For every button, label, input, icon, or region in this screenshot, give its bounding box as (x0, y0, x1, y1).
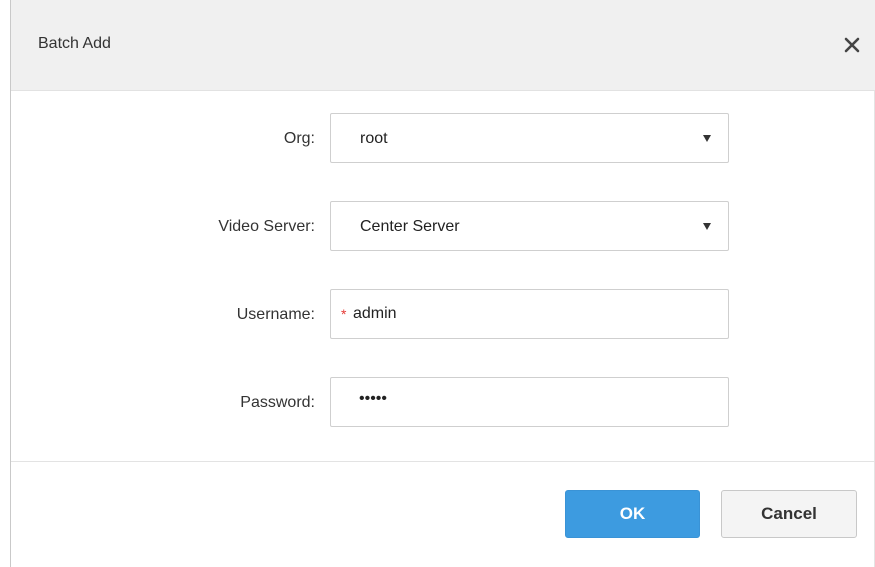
cancel-button[interactable]: Cancel (721, 490, 857, 538)
dialog-header: Batch Add (11, 0, 875, 91)
username-value: admin (353, 305, 397, 322)
form-row-username: Username: * admin (0, 289, 875, 341)
password-masked-value: ••••• (359, 390, 388, 407)
form-row-org: Org: root (0, 113, 875, 165)
video-server-label: Video Server: (218, 218, 315, 235)
org-label: Org: (283, 130, 315, 147)
username-label: Username: (236, 306, 315, 323)
ok-button[interactable]: OK (565, 490, 700, 538)
password-input[interactable]: ••••• (330, 377, 729, 427)
required-marker: * (341, 306, 347, 322)
chevron-down-icon (703, 223, 711, 230)
chevron-down-icon (703, 135, 711, 142)
batch-add-dialog: Batch Add Org: root Video Server: Center… (0, 0, 875, 567)
footer-divider (11, 461, 875, 462)
close-icon (841, 34, 863, 56)
video-server-select-value: Center Server (360, 218, 460, 235)
org-select-value: root (360, 130, 388, 147)
form-row-video-server: Video Server: Center Server (0, 201, 875, 253)
form-row-password: Password: ••••• (0, 377, 875, 429)
video-server-select[interactable]: Center Server (330, 201, 729, 251)
close-button[interactable] (841, 34, 863, 56)
username-input[interactable]: * admin (330, 289, 729, 339)
password-label: Password: (240, 394, 315, 411)
dialog-title: Batch Add (38, 35, 111, 52)
org-select[interactable]: root (330, 113, 729, 163)
